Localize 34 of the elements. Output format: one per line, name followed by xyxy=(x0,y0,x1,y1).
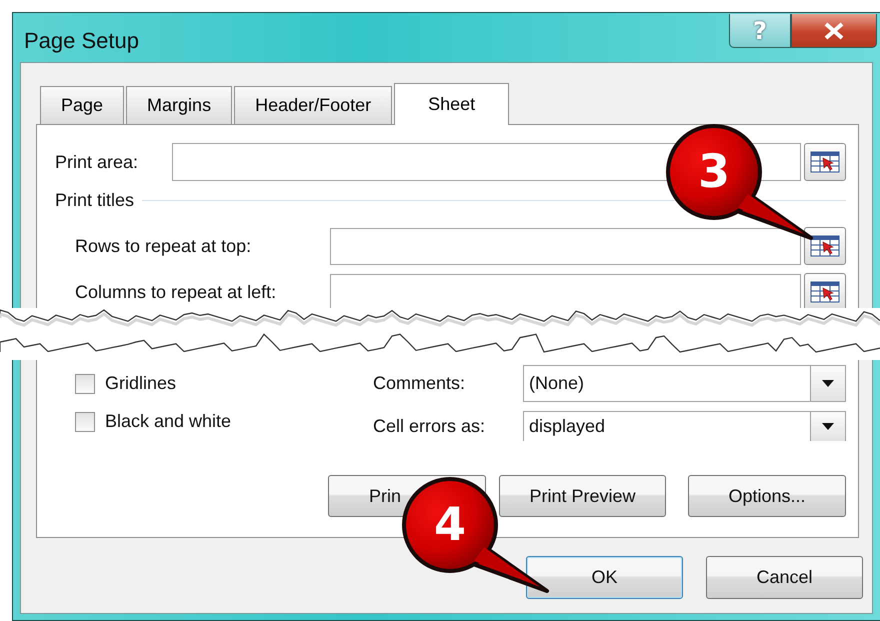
field-label: Columns to repeat at left: xyxy=(75,282,278,302)
input-field[interactable] xyxy=(330,228,801,264)
collapse-dialog-button[interactable] xyxy=(804,143,846,181)
checkbox-label: Gridlines xyxy=(105,373,176,394)
tab[interactable]: Margins xyxy=(126,86,232,124)
close-icon xyxy=(823,20,845,40)
tab[interactable]: Sheet xyxy=(394,83,510,125)
dropdown-arrow-icon xyxy=(822,423,834,430)
dropdown[interactable]: (None) xyxy=(523,365,846,402)
field-label: Comments: xyxy=(373,373,466,394)
table-icon xyxy=(810,281,840,303)
callout-number: 3 xyxy=(696,143,731,199)
button[interactable]: Cancel xyxy=(706,556,863,599)
button[interactable]: Print Preview xyxy=(499,475,666,517)
field-label: Rows to repeat at top: xyxy=(75,236,252,256)
button[interactable]: Options... xyxy=(688,475,846,517)
window-title: Page Setup xyxy=(24,28,139,54)
close-button[interactable] xyxy=(791,14,877,48)
tab[interactable]: Header/Footer xyxy=(234,86,392,124)
field-label: Print area: xyxy=(55,152,140,172)
button[interactable]: OK xyxy=(526,556,683,599)
table-icon xyxy=(810,235,840,257)
dropdown-arrow-icon xyxy=(822,380,834,387)
collapse-dialog-button[interactable] xyxy=(804,227,846,265)
field-label: Cell errors as: xyxy=(373,416,486,436)
checkbox-label: Black and white xyxy=(105,411,232,432)
checkbox[interactable] xyxy=(75,412,95,432)
table-icon xyxy=(810,151,840,173)
checkbox[interactable] xyxy=(75,374,95,394)
input-field[interactable] xyxy=(330,274,801,308)
section-heading: Print titles xyxy=(55,190,134,210)
collapse-dialog-button[interactable] xyxy=(804,273,846,308)
dropdown[interactable]: displayed xyxy=(523,411,846,441)
tab[interactable]: Page xyxy=(40,86,124,124)
